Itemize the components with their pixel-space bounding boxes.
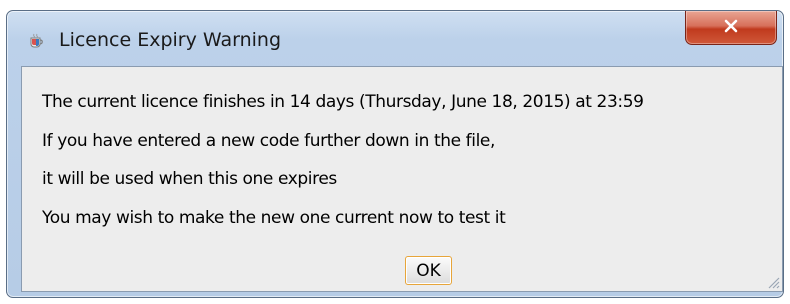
title-bar[interactable]: Licence Expiry Warning [7,11,783,65]
ok-button-label: OK [416,260,441,281]
resize-grip-icon[interactable] [764,273,780,289]
java-cup-icon [28,33,44,49]
close-icon [724,18,738,37]
message-line: The current licence finishes in 14 days … [42,92,644,112]
window-title: Licence Expiry Warning [59,29,282,51]
ok-button[interactable]: OK [405,256,452,285]
message-line: it will be used when this one expires [42,169,337,189]
close-button[interactable] [685,11,777,45]
dialog-window: Licence Expiry Warning The current licen… [6,10,784,298]
message-line: If you have entered a new code further d… [42,131,495,151]
message-line: You may wish to make the new one current… [42,208,506,228]
dialog-content: The current licence finishes in 14 days … [21,66,783,292]
